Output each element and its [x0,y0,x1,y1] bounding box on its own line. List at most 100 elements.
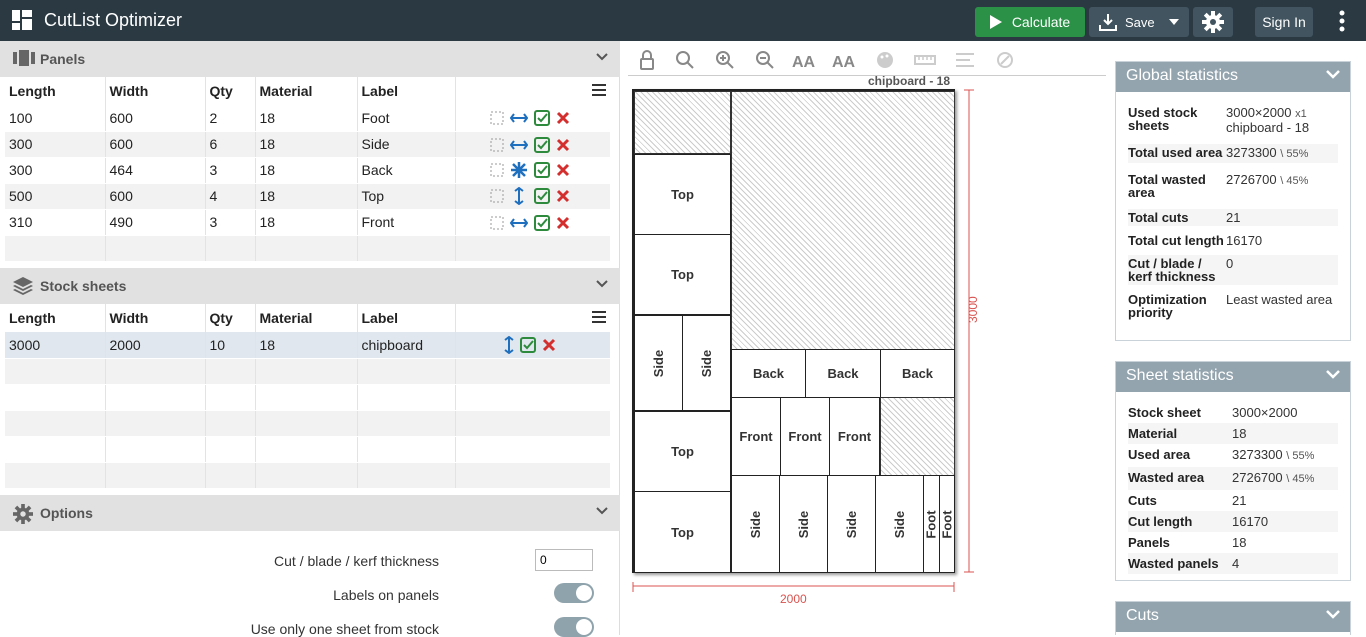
zoom-reset-icon[interactable] [674,49,696,71]
stock-row-empty[interactable] [5,436,610,463]
chevron-down-icon[interactable] [596,280,608,288]
zoom-in-icon[interactable] [714,49,736,71]
panels-section-header[interactable]: Panels [0,41,620,77]
grain-horizontal-icon[interactable] [509,218,528,228]
panel-row[interactable]: 300 600 6 18 Side [5,131,610,158]
panel-material[interactable]: 18 [255,209,358,236]
stock-length[interactable]: 3000 [5,332,106,359]
table-menu[interactable] [455,304,610,332]
panel-label[interactable]: Back [357,157,456,184]
grain-horizontal-icon[interactable] [509,113,528,123]
dashboard-logo-icon[interactable] [12,10,32,30]
chevron-down-icon[interactable] [1326,70,1340,79]
panel-qty[interactable]: 3 [205,157,256,184]
stock-label[interactable]: chipboard [357,332,456,359]
panel-qty[interactable]: 2 [205,105,256,132]
grain-vertical-icon[interactable] [503,335,514,354]
col-width[interactable]: Width [105,77,206,105]
panel-length[interactable]: 100 [5,105,106,132]
panel-material[interactable]: 18 [255,105,358,132]
panel-length[interactable]: 300 [5,131,106,158]
stock-material[interactable]: 18 [255,332,358,359]
panel-row[interactable]: 100 600 2 18 Foot [5,105,610,132]
caret-down-icon[interactable] [1169,19,1179,25]
col-label[interactable]: Label [357,304,456,332]
delete-icon[interactable] [556,189,570,203]
col-material[interactable]: Material [255,77,358,105]
stock-row-empty[interactable] [5,410,610,437]
stock-qty[interactable]: 10 [205,332,256,359]
palette-icon[interactable] [874,49,896,71]
col-length[interactable]: Length [5,77,106,105]
stock-row-empty[interactable] [5,358,610,385]
sign-in-button[interactable]: Sign In [1255,7,1313,37]
cut-list-icon[interactable] [954,49,976,71]
edge-banding-icon[interactable] [490,163,504,177]
panel-length[interactable]: 500 [5,183,106,210]
grain-vertical-icon[interactable] [510,187,528,206]
edge-banding-icon[interactable] [490,111,504,125]
stock-row-empty[interactable] [5,462,610,489]
enabled-check-icon[interactable] [533,110,550,127]
panel-width[interactable]: 600 [105,183,206,210]
one-sheet-toggle[interactable] [554,617,594,637]
col-label[interactable]: Label [357,77,456,105]
kerf-input[interactable] [535,549,593,571]
labels-on-panels-toggle[interactable] [554,583,594,603]
panel-material[interactable]: 18 [255,157,358,184]
stock-section-header[interactable]: Stock sheets [0,268,620,304]
delete-icon[interactable] [556,216,570,230]
panel-label[interactable]: Front [357,209,456,236]
calculate-button[interactable]: Calculate [975,7,1085,37]
stock-row-empty[interactable] [5,384,610,411]
delete-icon[interactable] [542,338,556,352]
cut-sequence-icon[interactable] [994,49,1016,71]
panel-width[interactable]: 464 [105,157,206,184]
delete-icon[interactable] [556,111,570,125]
font-increase-icon[interactable]: AA [792,49,818,71]
global-statistics-header[interactable]: Global statistics [1116,62,1350,92]
col-qty[interactable]: Qty [205,77,256,105]
settings-button[interactable] [1193,7,1233,37]
edge-banding-icon[interactable] [490,138,504,152]
table-menu[interactable] [455,77,610,105]
stock-width[interactable]: 2000 [105,332,206,359]
enabled-check-icon[interactable] [519,336,536,353]
panel-material[interactable]: 18 [255,131,358,158]
panel-width[interactable]: 490 [105,209,206,236]
edge-banding-icon[interactable] [490,216,504,230]
hamburger-menu-icon[interactable] [592,311,606,323]
chevron-down-icon[interactable] [596,53,608,61]
panel-width[interactable]: 600 [105,131,206,158]
panel-qty[interactable]: 3 [205,209,256,236]
cuts-header[interactable]: Cuts [1116,602,1350,632]
font-decrease-icon[interactable]: AA [832,49,858,71]
panel-row[interactable]: 300 464 3 18 Back [5,157,610,184]
save-button[interactable]: Save [1089,7,1189,37]
enabled-check-icon[interactable] [533,188,550,205]
grain-horizontal-icon[interactable] [509,140,528,150]
options-section-header[interactable]: Options [0,495,620,531]
enabled-check-icon[interactable] [533,136,550,153]
panel-material[interactable]: 18 [255,183,358,210]
panel-width[interactable]: 600 [105,105,206,132]
sheet-statistics-header[interactable]: Sheet statistics [1116,362,1350,392]
panel-qty[interactable]: 4 [205,183,256,210]
enabled-check-icon[interactable] [533,214,550,231]
chevron-down-icon[interactable] [1326,370,1340,379]
more-menu-icon[interactable] [1335,10,1349,32]
panel-row[interactable]: 500 600 4 18 Top [5,183,610,210]
grain-any-icon[interactable] [510,161,528,179]
panel-row-empty[interactable] [5,235,610,262]
panel-label[interactable]: Foot [357,105,456,132]
col-width[interactable]: Width [105,304,206,332]
hamburger-menu-icon[interactable] [592,84,606,96]
delete-icon[interactable] [556,138,570,152]
enabled-check-icon[interactable] [533,162,550,179]
edge-banding-icon[interactable] [490,189,504,203]
chevron-down-icon[interactable] [596,507,608,515]
panel-label[interactable]: Side [357,131,456,158]
zoom-out-icon[interactable] [754,49,776,71]
panel-row[interactable]: 310 490 3 18 Front [5,209,610,236]
panel-qty[interactable]: 6 [205,131,256,158]
